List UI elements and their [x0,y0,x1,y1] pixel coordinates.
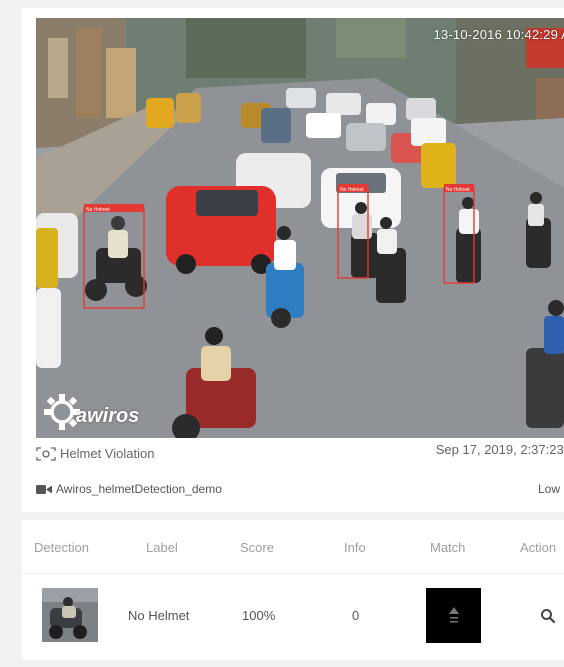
header-match: Match [430,540,466,555]
row-info: 0 [352,608,360,623]
header-action: Action [520,540,557,555]
camera-scan-icon [36,446,56,461]
header-detection: Detection [34,540,89,555]
violation-type: Helmet Violation [36,446,154,461]
match-placeholder-icon [448,606,459,622]
search-icon[interactable] [540,608,556,624]
violation-label: Helmet Violation [60,446,155,461]
detection-table: Detection Label Score Info Match Action … [22,520,564,660]
event-camera-row: Awiros_helmetDetection_demo Low [36,482,564,502]
event-card: No Helmet No Helmet No Helmet 13-10-2016 1… [22,8,564,512]
row-score: 100% [242,608,276,623]
traffic-scene: No Helmet No Helmet No Helmet [36,18,564,438]
detection-crop-image [42,588,98,642]
table-header: Detection Label Score Info Match Action [22,520,564,574]
detection-label: No Helmet [340,187,364,193]
header-info: Info [344,540,366,555]
header-score: Score [240,540,274,555]
camera-source: Awiros_helmetDetection_demo [36,482,222,496]
event-snapshot[interactable]: No Helmet No Helmet No Helmet 13-10-2016 1… [36,18,564,438]
priority-level: Low [537,482,560,496]
video-camera-icon [36,484,52,494]
header-label: Label [146,540,178,555]
detection-label: No Helmet [86,207,110,213]
event-meta-row: Helmet Violation Sep 17, 2019, 2:37:23 P [36,442,564,466]
awiros-logo: awiros [42,392,139,432]
logo-text: awiros [76,405,140,427]
table-row: No Helmet 100% 0 [22,578,564,652]
row-label: No Helmet [128,608,190,623]
event-datetime: Sep 17, 2019, 2:37:23 P [435,442,564,457]
detection-label: No Helmet [446,187,470,193]
camera-name: Awiros_helmetDetection_demo [56,482,222,496]
match-image[interactable] [426,588,481,643]
video-timestamp: 13-10-2016 10:42:29 A [433,27,564,42]
detection-thumbnail[interactable] [42,588,98,642]
